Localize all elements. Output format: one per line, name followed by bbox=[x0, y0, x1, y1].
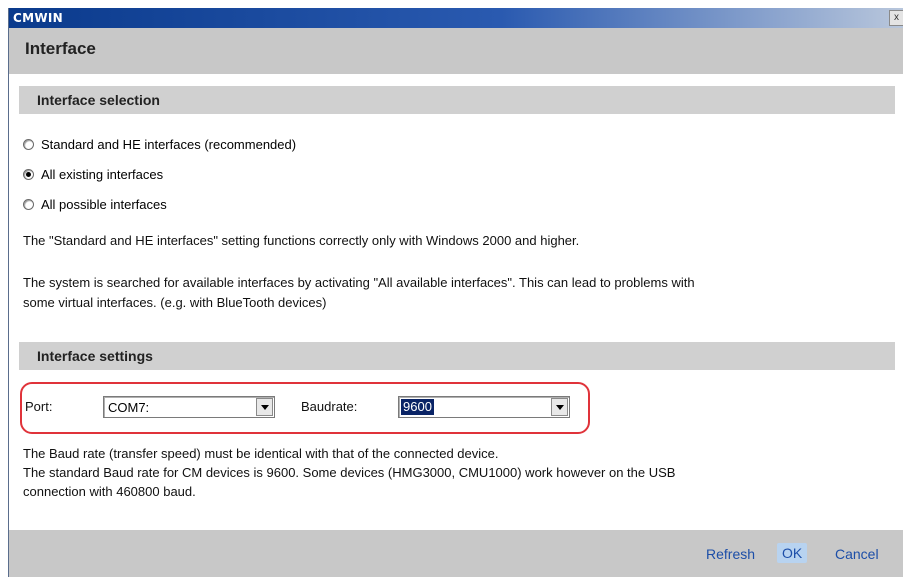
baudrate-select[interactable]: 9600 bbox=[398, 396, 570, 418]
interface-settings-header: Interface settings bbox=[19, 342, 895, 370]
baud-info-line2: The standard Baud rate for CM devices is… bbox=[23, 465, 676, 480]
chevron-down-icon[interactable] bbox=[256, 398, 273, 416]
cmwin-window: CMWIN x Interface Interface selection St… bbox=[8, 8, 903, 577]
radio-label: All possible interfaces bbox=[41, 196, 167, 212]
baud-info-line1: The Baud rate (transfer speed) must be i… bbox=[23, 446, 499, 461]
radio-label: All existing interfaces bbox=[41, 166, 164, 182]
page-header: Interface bbox=[9, 28, 903, 74]
radio-label: Standard and HE interfaces (recommended) bbox=[41, 136, 297, 152]
interface-selection-header: Interface selection bbox=[19, 86, 895, 114]
baudrate-label: Baudrate: bbox=[301, 399, 358, 414]
page-title: Interface bbox=[25, 39, 96, 58]
note-available-line2: some virtual interfaces. (e.g. with Blue… bbox=[23, 295, 327, 310]
section-title: Interface settings bbox=[37, 348, 153, 364]
chevron-down-icon[interactable] bbox=[551, 398, 568, 416]
port-value: COM7: bbox=[108, 400, 150, 415]
radio-button[interactable] bbox=[23, 168, 34, 180]
dialog-footer: Refresh OK Cancel bbox=[9, 530, 903, 577]
note-windows-2000: The "Standard and HE interfaces" setting… bbox=[23, 233, 580, 248]
radio-button[interactable] bbox=[23, 138, 34, 150]
radio-all-possible[interactable]: All possible interfaces bbox=[23, 194, 167, 214]
section-title: Interface selection bbox=[37, 92, 160, 108]
window-title: CMWIN bbox=[13, 11, 63, 25]
title-bar[interactable]: CMWIN x bbox=[9, 8, 903, 28]
dialog-content: Interface selection Standard and HE inte… bbox=[9, 74, 903, 530]
cancel-button[interactable]: Cancel bbox=[835, 546, 879, 562]
radio-button[interactable] bbox=[23, 198, 34, 210]
port-select[interactable]: COM7: bbox=[103, 396, 275, 418]
radio-standard-he[interactable]: Standard and HE interfaces (recommended) bbox=[23, 134, 296, 154]
baudrate-value: 9600 bbox=[401, 399, 434, 415]
refresh-button[interactable]: Refresh bbox=[706, 546, 755, 562]
radio-all-existing[interactable]: All existing interfaces bbox=[23, 164, 163, 184]
close-icon[interactable]: x bbox=[889, 10, 903, 26]
port-label: Port: bbox=[25, 399, 53, 414]
note-available-line1: The system is searched for available int… bbox=[23, 275, 695, 290]
ok-button[interactable]: OK bbox=[777, 543, 808, 563]
baud-info-line3: connection with 460800 baud. bbox=[23, 484, 196, 499]
